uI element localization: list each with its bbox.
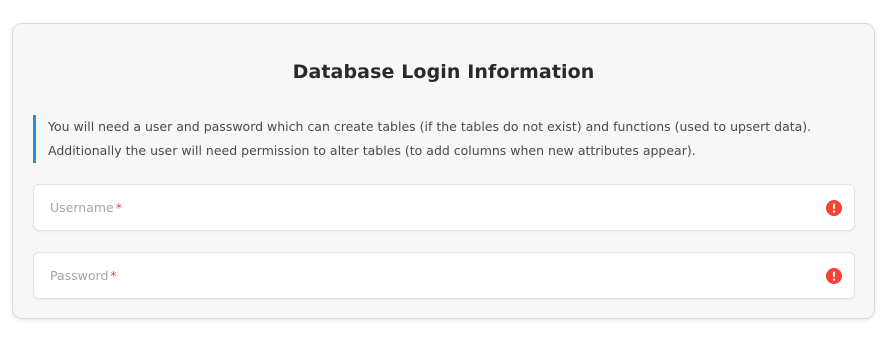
card-title: Database Login Information [292,61,595,83]
info-callout: You will need a user and password which … [33,115,848,163]
password-input[interactable] [34,253,854,298]
alert-circle-icon [826,268,842,284]
info-text-line-2: Additionally the user will need permissi… [48,143,696,158]
username-input[interactable] [34,185,854,230]
password-field[interactable]: Password * [33,252,855,299]
alert-circle-icon [826,200,842,216]
database-login-card: Database Login Information You will need… [12,23,875,319]
username-field[interactable]: Username * [33,184,855,231]
info-text-line-1: You will need a user and password which … [48,119,812,134]
